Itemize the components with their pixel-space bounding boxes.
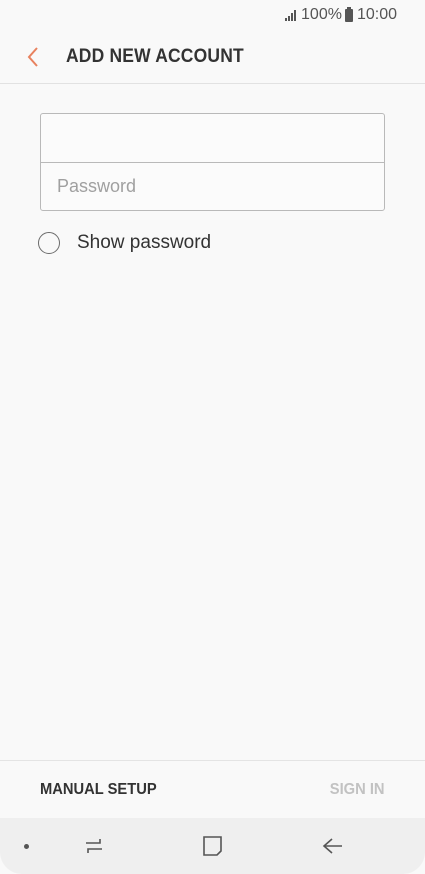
back-button[interactable] — [8, 30, 58, 84]
clock: 10:00 — [356, 6, 397, 23]
action-bar: MANUAL SETUP SIGN IN — [0, 760, 425, 818]
email-field[interactable] — [55, 126, 370, 150]
recent-apps-icon — [86, 839, 102, 853]
sign-in-button[interactable]: SIGN IN — [330, 781, 385, 799]
back-nav-button[interactable] — [317, 832, 347, 860]
email-field-container — [41, 114, 384, 162]
status-bar: 100% 10:00 — [0, 0, 425, 30]
home-button[interactable] — [197, 832, 227, 860]
home-icon — [203, 836, 222, 856]
recent-apps-button[interactable] — [79, 832, 109, 860]
chevron-left-icon — [27, 46, 38, 67]
show-password-toggle[interactable]: Show password — [38, 232, 211, 254]
app-header: ADD NEW ACCOUNT — [0, 30, 425, 84]
manual-setup-button[interactable]: MANUAL SETUP — [40, 781, 157, 799]
show-password-checkbox[interactable] — [38, 232, 60, 254]
back-arrow-icon — [322, 838, 342, 854]
account-form — [40, 113, 385, 211]
signal-icon — [285, 9, 297, 21]
navigation-bar — [0, 818, 425, 874]
show-password-label: Show password — [77, 232, 212, 253]
dot-icon — [24, 844, 29, 849]
screen: 100% 10:00 ADD NEW ACCOUNT Show password… — [0, 0, 425, 874]
password-field[interactable] — [55, 175, 370, 198]
battery-percentage: 100% — [301, 6, 342, 23]
page-title: ADD NEW ACCOUNT — [66, 45, 244, 67]
battery-icon — [344, 6, 353, 22]
password-field-container — [41, 162, 384, 210]
